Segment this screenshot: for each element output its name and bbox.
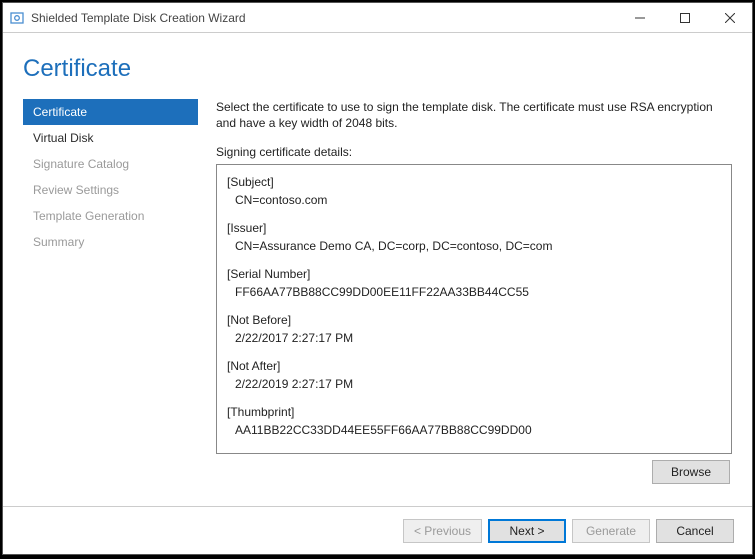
heading-area: Certificate: [3, 33, 752, 93]
titlebar: Shielded Template Disk Creation Wizard: [3, 3, 752, 33]
cancel-button[interactable]: Cancel: [656, 519, 734, 543]
browse-button[interactable]: Browse: [652, 460, 730, 484]
next-button[interactable]: Next >: [488, 519, 566, 543]
generate-button: Generate: [572, 519, 650, 543]
details-label: Signing certificate details:: [216, 145, 732, 159]
cert-thumbprint: [Thumbprint] AA11BB22CC33DD44EE55FF66AA7…: [227, 403, 721, 439]
instruction-text: Select the certificate to use to sign th…: [216, 99, 732, 131]
cert-serial: [Serial Number] FF66AA77BB88CC99DD00EE11…: [227, 265, 721, 301]
certificate-details-box: [Subject] CN=contoso.com [Issuer] CN=Ass…: [216, 164, 732, 454]
main-panel: Select the certificate to use to sign th…: [216, 93, 732, 506]
step-review-settings: Review Settings: [23, 177, 198, 203]
cert-thumbprint-value: AA11BB22CC33DD44EE55FF66AA77BB88CC99DD00: [227, 421, 721, 439]
cert-serial-label: [Serial Number]: [227, 265, 721, 283]
window-controls: [617, 3, 752, 32]
cert-not-after: [Not After] 2/22/2019 2:27:17 PM: [227, 357, 721, 393]
step-template-generation: Template Generation: [23, 203, 198, 229]
cert-issuer: [Issuer] CN=Assurance Demo CA, DC=corp, …: [227, 219, 721, 255]
cert-subject: [Subject] CN=contoso.com: [227, 173, 721, 209]
step-summary: Summary: [23, 229, 198, 255]
step-virtual-disk[interactable]: Virtual Disk: [23, 125, 198, 151]
cert-not-before-value: 2/22/2017 2:27:17 PM: [227, 329, 721, 347]
cert-not-after-label: [Not After]: [227, 357, 721, 375]
cert-not-before-label: [Not Before]: [227, 311, 721, 329]
minimize-button[interactable]: [617, 3, 662, 32]
browse-row: Browse: [216, 460, 732, 484]
wizard-footer: < Previous Next > Generate Cancel: [3, 506, 752, 554]
cert-subject-label: [Subject]: [227, 173, 721, 191]
window-title: Shielded Template Disk Creation Wizard: [31, 11, 617, 25]
body-area: Certificate Virtual Disk Signature Catal…: [3, 93, 752, 506]
previous-button: < Previous: [403, 519, 482, 543]
app-icon: [9, 10, 25, 26]
wizard-window: Shielded Template Disk Creation Wizard C…: [2, 2, 753, 555]
page-heading: Certificate: [23, 55, 732, 83]
cert-subject-value: CN=contoso.com: [227, 191, 721, 209]
cert-thumbprint-label: [Thumbprint]: [227, 403, 721, 421]
cert-issuer-label: [Issuer]: [227, 219, 721, 237]
cert-serial-value: FF66AA77BB88CC99DD00EE11FF22AA33BB44CC55: [227, 283, 721, 301]
wizard-steps: Certificate Virtual Disk Signature Catal…: [23, 93, 198, 506]
cert-issuer-value: CN=Assurance Demo CA, DC=corp, DC=contos…: [227, 237, 721, 255]
close-button[interactable]: [707, 3, 752, 32]
step-signature-catalog: Signature Catalog: [23, 151, 198, 177]
step-certificate[interactable]: Certificate: [23, 99, 198, 125]
cert-not-after-value: 2/22/2019 2:27:17 PM: [227, 375, 721, 393]
maximize-button[interactable]: [662, 3, 707, 32]
cert-not-before: [Not Before] 2/22/2017 2:27:17 PM: [227, 311, 721, 347]
